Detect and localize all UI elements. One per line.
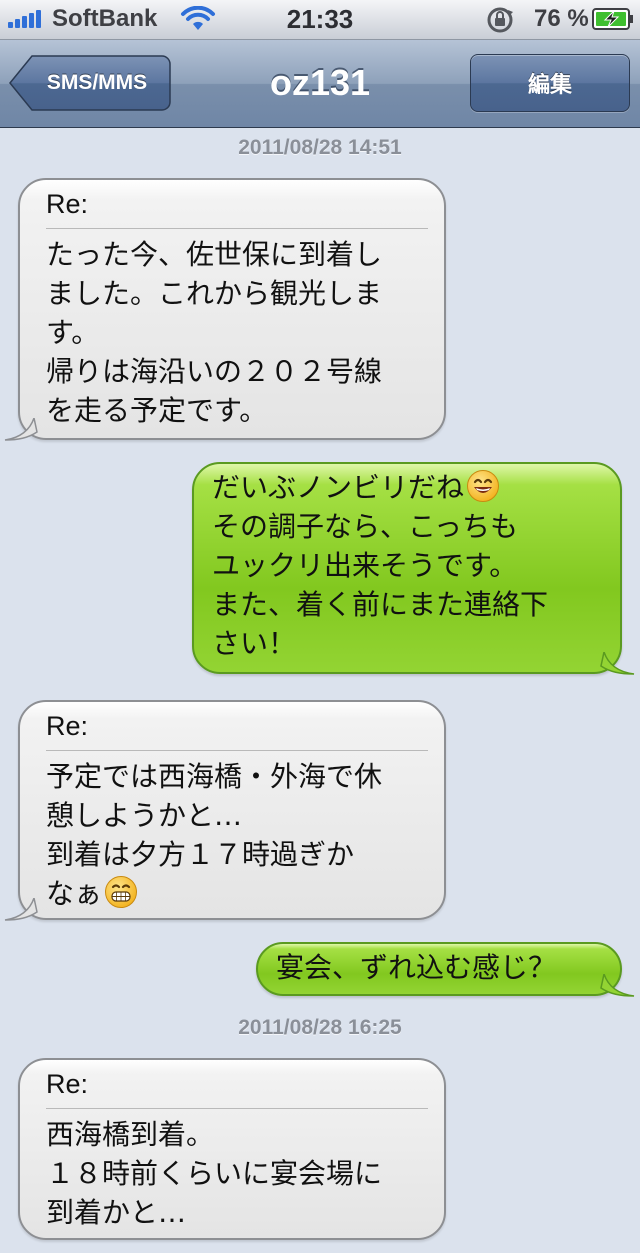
outgoing-bubble-tail xyxy=(600,974,635,997)
rotation-lock-icon xyxy=(484,6,516,38)
back-button-label: SMS/MMS xyxy=(46,71,148,94)
back-button[interactable]: SMS/MMS xyxy=(8,54,172,112)
message-line: たった今、佐世保に到着し xyxy=(46,238,383,271)
message-line: さい！ xyxy=(212,627,297,660)
message-subject: Re: xyxy=(46,708,428,751)
message-line: 予定では西海橋・外海で休 xyxy=(46,760,383,793)
message-line-with-emoji: なぁ xyxy=(46,874,428,913)
message-line: 西海橋到着。 xyxy=(46,1118,215,1151)
outgoing-message-bubble[interactable]: 宴会、ずれ込む感じ？ xyxy=(256,942,622,996)
message-line: 到着は夕方１７時過ぎか xyxy=(46,838,355,871)
message-line: を走る予定です。 xyxy=(46,394,268,427)
message-subject: Re: xyxy=(46,186,428,229)
message-line-with-emoji: だいぶノンビリだね xyxy=(212,468,594,507)
message-line: だいぶノンビリだね xyxy=(212,471,465,504)
message-timestamp: 2011/08/28 16:25 xyxy=(238,1016,402,1039)
smiling-face-icon xyxy=(467,470,500,502)
outgoing-message-bubble[interactable]: だいぶノンビリだね その調子なら、こっちも ユックリ出来そうです。 また、着く前… xyxy=(192,462,622,674)
message-line: その調子なら、こっちも xyxy=(212,510,519,543)
battery-percent: 76 % xyxy=(534,5,589,32)
battery-charging-icon xyxy=(592,8,634,34)
incoming-message-bubble[interactable]: Re: たった今、佐世保に到着し ました。これから観光しま す。 帰りは海沿いの… xyxy=(18,178,446,440)
status-bar: SoftBank 21:33 76 % xyxy=(0,0,640,40)
navigation-bar: SMS/MMS oz131 編集 xyxy=(0,40,640,128)
message-line: また、着く前にまた連絡下 xyxy=(212,588,549,621)
edit-button[interactable]: 編集 xyxy=(470,54,630,112)
grinning-face-icon xyxy=(105,876,138,908)
message-line: す。 xyxy=(46,316,100,349)
outgoing-bubble-tail xyxy=(600,652,635,675)
message-timestamp: 2011/08/28 14:51 xyxy=(238,136,402,159)
message-line: なぁ xyxy=(46,877,103,910)
message-line: 到着かと… xyxy=(46,1196,187,1229)
message-line: ユックリ出来そうです。 xyxy=(212,549,518,582)
message-subject: Re: xyxy=(46,1066,428,1109)
message-line: 宴会、ずれ込む感じ？ xyxy=(276,951,557,984)
incoming-bubble-tail xyxy=(4,418,38,441)
incoming-bubble-tail xyxy=(4,898,38,921)
incoming-message-bubble[interactable]: Re: 西海橋到着。 １８時前くらいに宴会場に 到着かと… xyxy=(18,1058,446,1240)
incoming-message-bubble[interactable]: Re: 予定では西海橋・外海で休 憩しようかと… 到着は夕方１７時過ぎか なぁ xyxy=(18,700,446,920)
conversation-title: oz131 xyxy=(269,62,371,103)
message-line: 帰りは海沿いの２０２号線 xyxy=(46,355,383,388)
message-line: 憩しようかと… xyxy=(46,799,243,832)
message-line: ました。これから観光しま xyxy=(46,277,383,310)
message-line: １８時前くらいに宴会場に xyxy=(46,1157,383,1190)
